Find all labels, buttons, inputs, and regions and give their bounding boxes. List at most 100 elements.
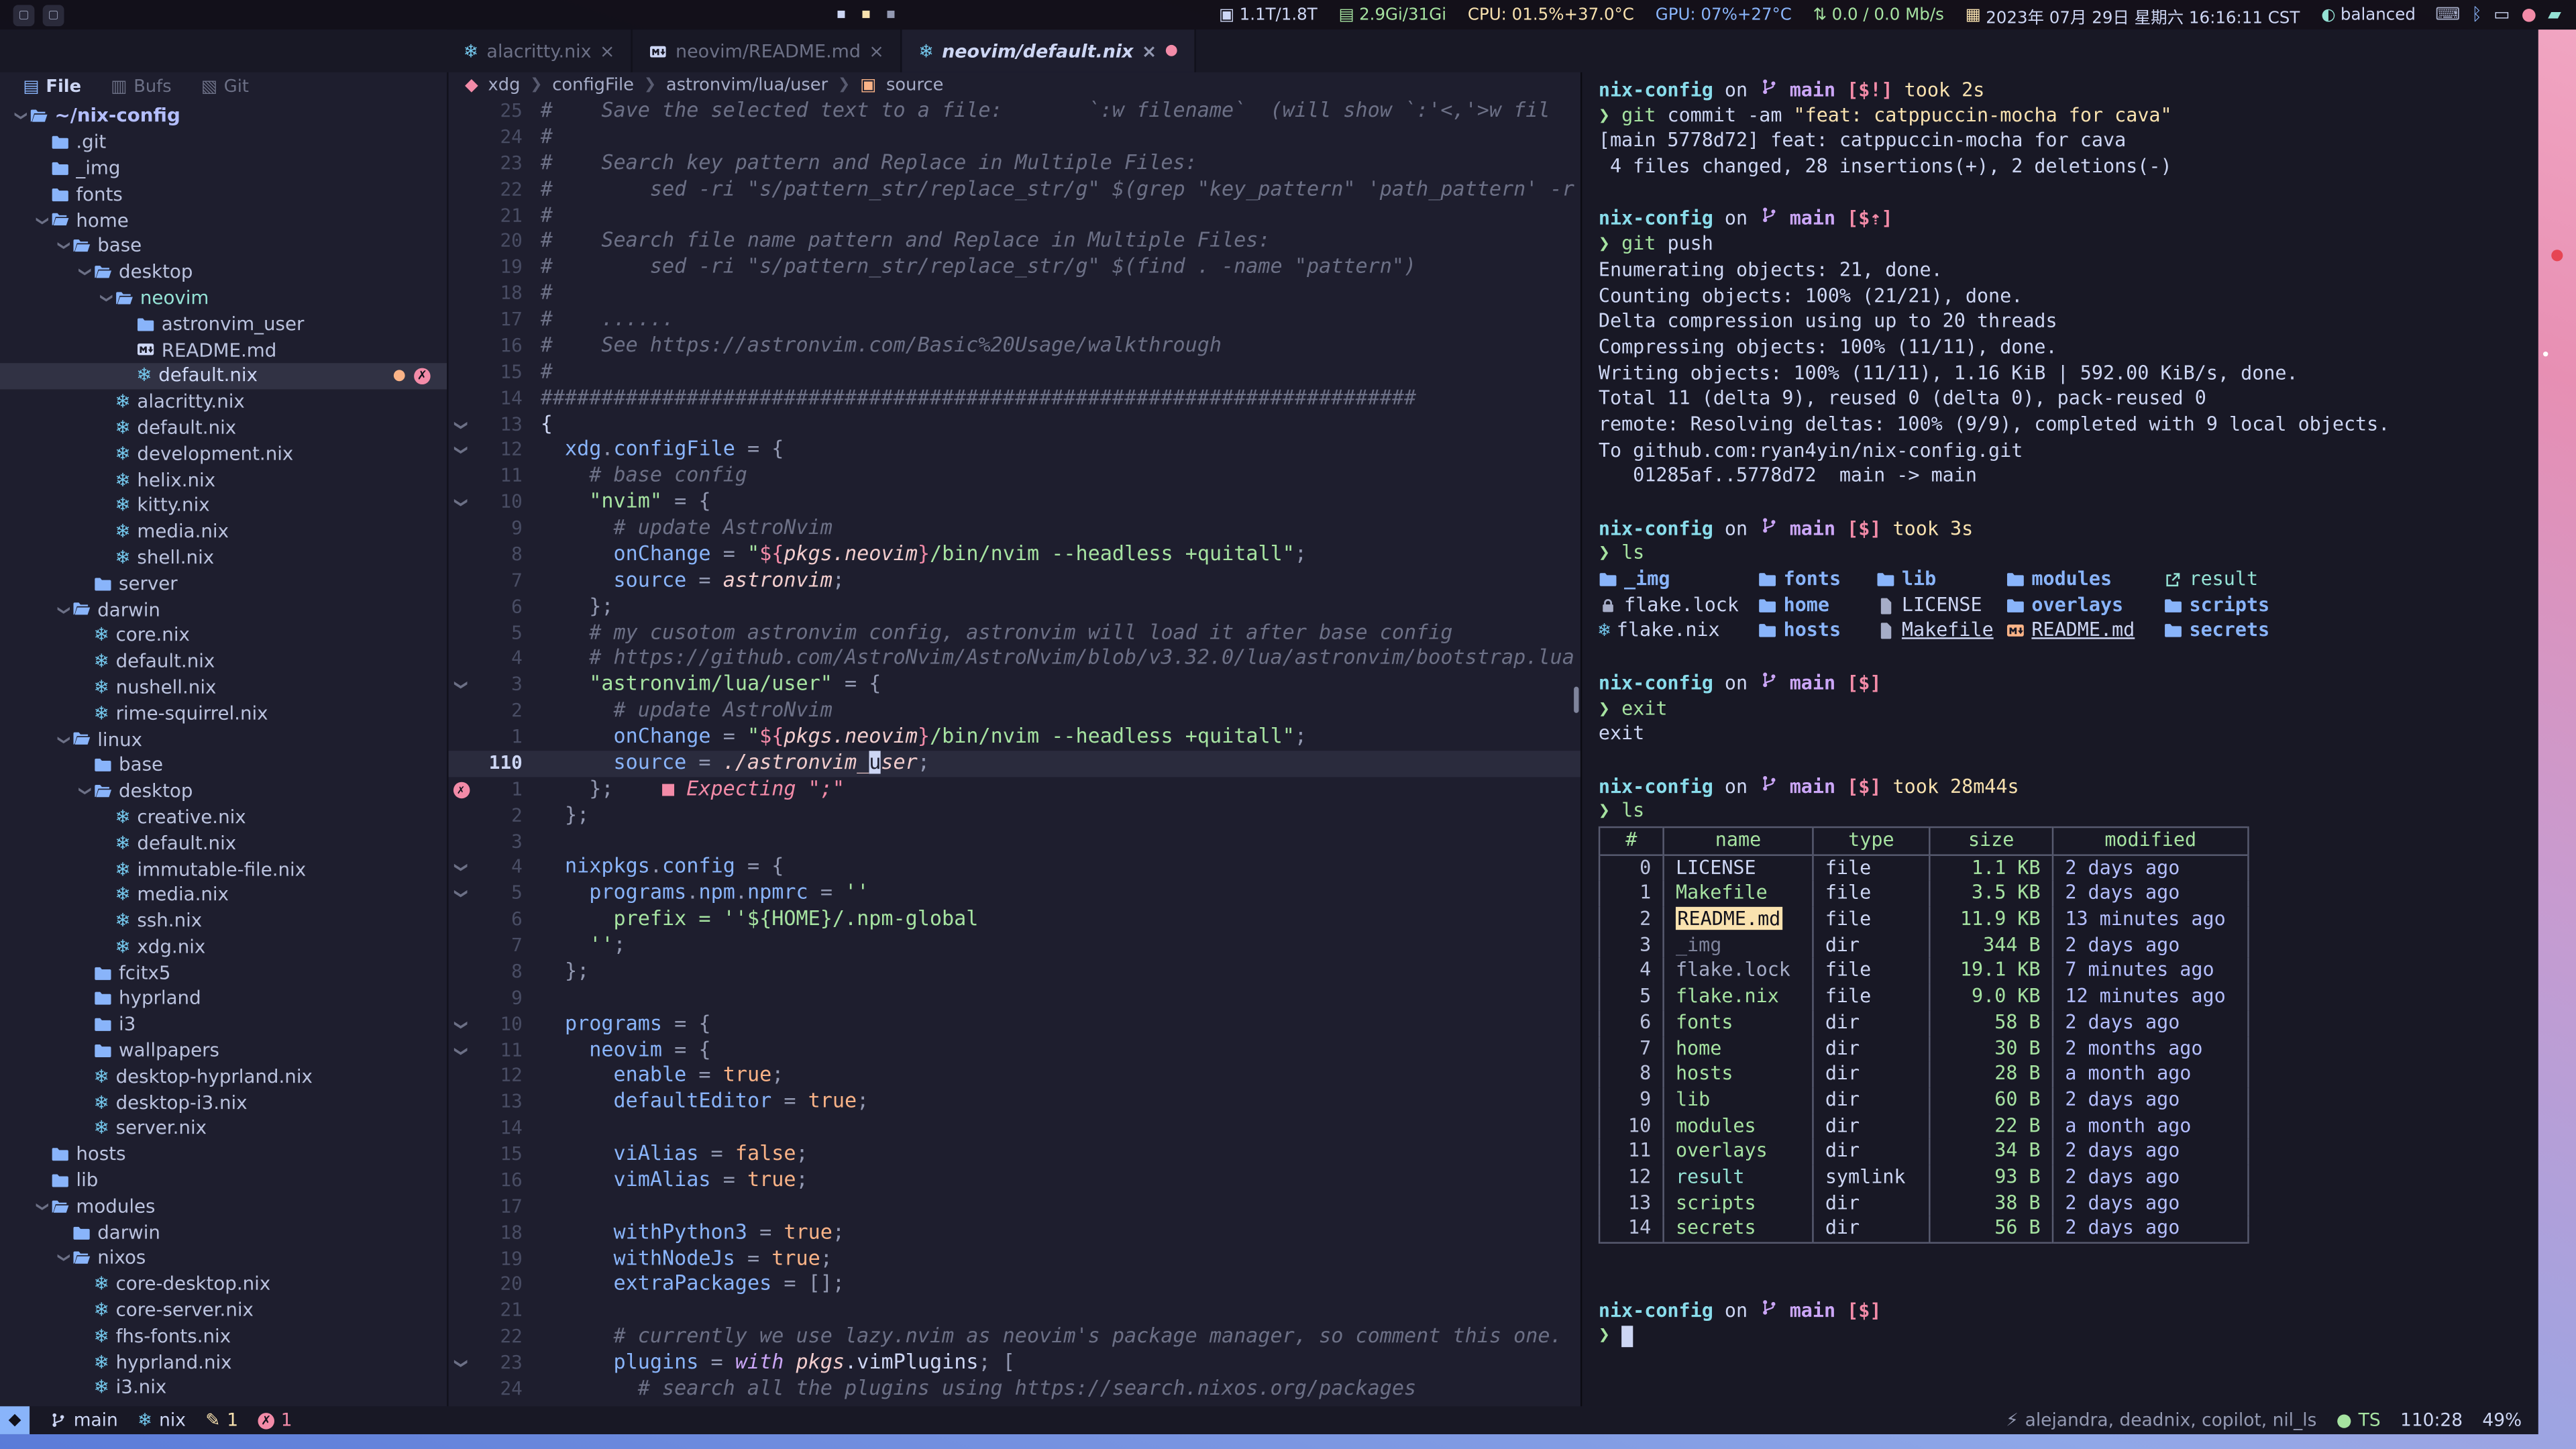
tree-item-default.nix[interactable]: ❄default.nix (0, 415, 447, 441)
neotree-tab-file[interactable]: ▤File (23, 76, 81, 96)
neotree-tab-bufs[interactable]: ▥Bufs (111, 76, 171, 96)
tree-item-ssh.nix[interactable]: ❄ssh.nix (0, 908, 447, 934)
editor-line[interactable]: ❯13{ (449, 411, 1580, 437)
window-button-1[interactable]: ▢ (13, 4, 35, 25)
editor-line[interactable]: 9 (449, 985, 1580, 1012)
editor-line[interactable]: 20# Search file name pattern and Replace… (449, 229, 1580, 255)
tree-item-kitty.nix[interactable]: ❄kitty.nix (0, 493, 447, 519)
breadcrumb-segment[interactable]: source (886, 76, 943, 95)
tree-item-desktop-hyprland.nix[interactable]: ❄desktop-hyprland.nix (0, 1064, 447, 1090)
tree-item-xdg.nix[interactable]: ❄xdg.nix (0, 934, 447, 960)
fold-icon[interactable]: ❯ (449, 863, 474, 873)
editor-line[interactable]: ❯4 nixpkgs.config = { (449, 855, 1580, 881)
editor-line[interactable]: 7 ''; (449, 933, 1580, 959)
tree-item-i3.nix[interactable]: ❄i3.nix (0, 1375, 447, 1401)
bluetooth-icon[interactable]: ᛒ (2472, 5, 2482, 24)
editor-line[interactable]: ✗1 }; ■ Expecting ";" (449, 777, 1580, 803)
tree-item-fhs-fonts.nix[interactable]: ❄fhs-fonts.nix (0, 1324, 447, 1350)
editor-line[interactable]: 9 # update AstroNvim (449, 516, 1580, 542)
editor-line[interactable]: 25# Save the selected text to a file: `:… (449, 99, 1580, 125)
tree-item-server.nix[interactable]: ❄server.nix (0, 1116, 447, 1142)
tree-item-creative.nix[interactable]: ❄creative.nix (0, 804, 447, 830)
tree-item-default.nix[interactable]: ❄default.nix●✗ (0, 363, 447, 389)
fold-icon[interactable]: ❯ (449, 497, 474, 508)
tree-item-alacritty.nix[interactable]: ❄alacritty.nix (0, 389, 447, 415)
tray-app-icon[interactable]: ▪ (886, 7, 896, 23)
fold-icon[interactable]: ❯ (449, 419, 474, 430)
tree-item-rime-squirrel.nix[interactable]: ❄rime-squirrel.nix (0, 700, 447, 727)
editor-line[interactable]: 3 (449, 829, 1580, 855)
tree-item-nushell.nix[interactable]: ❄nushell.nix (0, 674, 447, 700)
editor-line[interactable]: 16 vimAlias = true; (449, 1168, 1580, 1194)
tree-item-.git[interactable]: .git (0, 129, 447, 156)
tree-item-core.nix[interactable]: ❄core.nix (0, 623, 447, 649)
fold-icon[interactable]: ❯ (449, 888, 474, 899)
terminal[interactable]: nix-config on main [$!] took 2s❯ git com… (1580, 72, 2538, 1407)
editor-line[interactable]: 22 # currently we use lazy.nvim as neovi… (449, 1324, 1580, 1350)
editor-line[interactable]: ❯23 plugins = with pkgs.vimPlugins; [ (449, 1350, 1580, 1377)
window-button-2[interactable]: ▢ (43, 4, 64, 25)
tree-item-fonts[interactable]: fonts (0, 181, 447, 207)
editor-line[interactable]: 2 }; (449, 803, 1580, 829)
editor-line[interactable]: ❯3 "astronvim/lua/user" = { (449, 672, 1580, 698)
tree-item-hyprland.nix[interactable]: ❄hyprland.nix (0, 1349, 447, 1375)
tree-item-server[interactable]: server (0, 571, 447, 597)
editor-line[interactable]: 22# sed -ri "s/pattern_str/replace_str/g… (449, 177, 1580, 203)
editor-line[interactable]: 14 (449, 1116, 1580, 1142)
fold-icon[interactable]: ❯ (449, 1358, 474, 1368)
tree-item-i3[interactable]: i3 (0, 1012, 447, 1038)
neotree-tab-git[interactable]: ▧Git (201, 76, 249, 96)
editor-line[interactable]: 23# Search key pattern and Replace in Mu… (449, 151, 1580, 177)
tree-item-helix.nix[interactable]: ❄helix.nix (0, 467, 447, 493)
editor-line[interactable]: 2 # update AstroNvim (449, 698, 1580, 724)
tree-item-_img[interactable]: _img (0, 156, 447, 182)
editor-line[interactable]: 6 }; (449, 594, 1580, 621)
tree-item-home[interactable]: ❯home (0, 207, 447, 233)
editor-line[interactable]: 8 onChange = "${pkgs.neovim}/bin/nvim --… (449, 542, 1580, 568)
editor-line[interactable]: 17 (449, 1194, 1580, 1220)
editor-line[interactable]: 11 # base config (449, 464, 1580, 490)
editor-line[interactable]: 14######################################… (449, 386, 1580, 412)
editor-line[interactable]: 24 # search all the plugins using https:… (449, 1377, 1580, 1403)
editor-line[interactable]: 6 prefix = ''${HOME}/.npm-global (449, 907, 1580, 933)
tree-item-modules[interactable]: ❯modules (0, 1193, 447, 1220)
editor-line[interactable]: ❯10 "nvim" = { (449, 490, 1580, 516)
editor-line[interactable]: 5 # my cusotom astronvim config, astronv… (449, 620, 1580, 646)
tree-item-core-server.nix[interactable]: ❄core-server.nix (0, 1297, 447, 1324)
display-icon[interactable]: ▭ (2493, 5, 2510, 24)
tree-item-lib[interactable]: lib (0, 1167, 447, 1193)
close-icon[interactable]: × (869, 40, 884, 62)
tree-item-shell.nix[interactable]: ❄shell.nix (0, 545, 447, 571)
tree-item-linux[interactable]: ❯linux (0, 727, 447, 753)
tree-item-fcitx5[interactable]: fcitx5 (0, 960, 447, 986)
breadcrumb-segment[interactable]: xdg (488, 76, 521, 95)
buffer-tab-neovim/default.nix[interactable]: ❄neovim/default.nix×● (902, 30, 1196, 72)
tree-item-base[interactable]: ❯base (0, 233, 447, 260)
tree-item-immutable-file.nix[interactable]: ❄immutable-file.nix (0, 856, 447, 882)
editor-line[interactable]: 17# ...... (449, 307, 1580, 333)
editor-line[interactable]: 18# (449, 281, 1580, 307)
tree-item-~/nix-config[interactable]: ❯~/nix-config (0, 103, 447, 129)
tree-item-darwin[interactable]: ❯darwin (0, 596, 447, 623)
tree-item-base[interactable]: base (0, 752, 447, 778)
editor-line[interactable]: 4 # https://github.com/AstroNvim/AstroNv… (449, 646, 1580, 672)
fold-icon[interactable]: ❯ (449, 1045, 474, 1056)
buffer-tab-alacritty.nix[interactable]: ❄alacritty.nix× (447, 30, 633, 72)
editor-line[interactable]: 20 extraPackages = []; (449, 1272, 1580, 1298)
editor-line[interactable]: ❯12 xdg.configFile = { (449, 437, 1580, 464)
editor-line[interactable]: 18 withPython3 = true; (449, 1220, 1580, 1246)
fold-icon[interactable]: ❯ (449, 445, 474, 456)
tree-item-default.nix[interactable]: ❄default.nix (0, 830, 447, 857)
tray-files-icon[interactable]: ▪ (861, 7, 871, 23)
editor-line[interactable]: ❯5 programs.npm.npmrc = '' (449, 881, 1580, 907)
tree-item-wallpapers[interactable]: wallpapers (0, 1038, 447, 1064)
editor-line[interactable]: 24# (449, 125, 1580, 151)
close-icon[interactable]: × (1142, 40, 1157, 62)
tree-item-desktop[interactable]: ❯desktop (0, 778, 447, 804)
tree-item-darwin[interactable]: darwin (0, 1220, 447, 1246)
breadcrumb-segment[interactable]: astronvim/lua/user (666, 76, 828, 95)
tree-item-hyprland[interactable]: hyprland (0, 986, 447, 1012)
tree-item-astronvim_user[interactable]: astronvim_user (0, 311, 447, 337)
fold-icon[interactable]: ❯ (449, 1019, 474, 1030)
editor-line[interactable]: 12 enable = true; (449, 1063, 1580, 1089)
